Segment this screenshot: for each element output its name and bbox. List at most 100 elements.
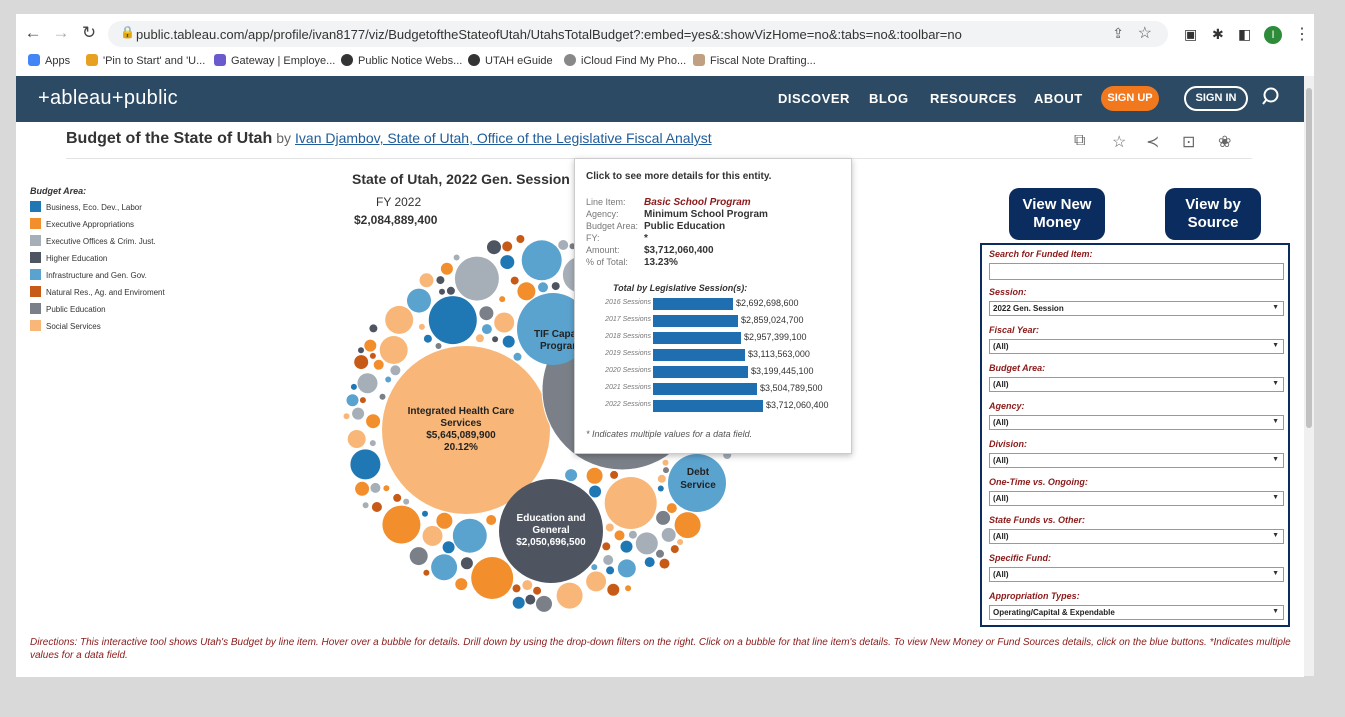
small-bubble[interactable] [422,510,428,517]
nav-about[interactable]: ABOUT [1034,91,1083,106]
small-bubble[interactable] [423,569,430,576]
small-bubble[interactable] [551,282,560,291]
small-bubble[interactable] [602,542,611,551]
small-bubble[interactable] [383,485,390,492]
small-bubble[interactable] [510,276,519,285]
share-icon[interactable]: ⇪ [1112,25,1124,42]
small-bubble[interactable] [379,336,408,364]
small-bubble[interactable] [499,296,506,303]
tableau-public-logo[interactable]: +ableau+public [38,87,178,110]
legend-item[interactable]: Executive Appropriations [30,218,165,235]
small-bubble[interactable] [390,365,401,376]
filter-dropdown[interactable]: (All) ▼ [989,529,1284,544]
small-bubble[interactable] [502,335,515,348]
small-bubble[interactable] [369,352,376,359]
legend-item[interactable]: Natural Res., Ag. and Enviroment [30,286,165,303]
bookmark-utah-eguide[interactable]: UTAH eGuide [468,54,553,67]
legend-item[interactable]: Infrastructure and Gen. Gov. [30,269,165,286]
small-bubble[interactable] [617,559,636,578]
small-bubble[interactable] [670,545,679,554]
small-bubble[interactable] [521,240,562,281]
browser-menu-icon[interactable]: ⋮ [1294,24,1310,44]
small-bubble[interactable] [591,564,598,571]
small-bubble[interactable] [436,512,453,529]
small-bubble[interactable] [657,474,666,483]
legend-item[interactable]: Business, Eco. Dev., Labor [30,201,165,218]
small-bubble[interactable] [513,352,522,361]
small-bubble[interactable] [431,554,458,581]
small-bubble[interactable] [422,525,443,546]
nav-resources[interactable]: RESOURCES [930,91,1017,106]
puzzle-icon[interactable]: ✱ [1212,26,1224,43]
small-bubble[interactable] [533,586,542,595]
small-bubble[interactable] [358,347,364,354]
small-bubble[interactable] [350,449,381,480]
small-bubble[interactable] [659,558,670,569]
small-bubble[interactable] [662,459,669,466]
small-bubble[interactable] [487,240,501,255]
bookmark-gateway[interactable]: Gateway | Employe... [214,54,335,67]
small-bubble[interactable] [423,334,432,343]
bookmark-apps[interactable]: Apps [28,54,70,67]
small-bubble[interactable] [620,540,633,553]
bookmark-fiscal-note[interactable]: Fiscal Note Drafting... [693,54,816,67]
legend-item[interactable]: Higher Education [30,252,165,269]
small-bubble[interactable] [565,469,578,482]
small-bubble[interactable] [369,440,376,447]
bookmark-public-notice[interactable]: Public Notice Webs... [341,54,462,67]
view-new-money-button[interactable]: View New Money [1009,188,1105,240]
chevron-down-icon[interactable]: ▼ [1272,570,1279,577]
small-bubble[interactable] [452,518,487,553]
small-bubble[interactable] [370,482,381,493]
small-bubble[interactable] [346,394,359,407]
chevron-down-icon[interactable]: ▼ [1272,342,1279,349]
author-link[interactable]: Ivan Djambov, State of Utah, Office of t… [295,130,712,146]
small-bubble[interactable] [525,594,536,605]
small-bubble[interactable] [357,373,378,394]
view-by-source-button[interactable]: View by Source [1165,188,1261,240]
small-bubble[interactable] [382,505,421,544]
small-bubble[interactable] [614,530,625,541]
small-bubble[interactable] [385,376,392,383]
legend-item[interactable]: Social Services [30,320,165,337]
small-bubble[interactable] [500,255,515,270]
small-bubble[interactable] [607,583,620,596]
small-bubble[interactable] [369,324,378,333]
chevron-down-icon[interactable]: ▼ [1272,304,1279,311]
small-bubble[interactable] [350,383,357,390]
small-bubble[interactable] [661,527,676,542]
small-bubble[interactable] [606,566,615,575]
award-icon[interactable]: ❀ [1218,132,1231,152]
small-bubble[interactable] [418,323,425,330]
small-bubble[interactable] [492,336,499,343]
small-bubble[interactable] [517,282,536,301]
reload-icon[interactable]: ↻ [78,22,100,44]
chevron-down-icon[interactable]: ▼ [1272,418,1279,425]
small-bubble[interactable] [364,339,377,352]
chevron-down-icon[interactable]: ▼ [1272,380,1279,387]
chevron-down-icon[interactable]: ▼ [1272,608,1279,615]
small-bubble[interactable] [440,262,453,275]
small-bubble[interactable] [409,547,428,566]
small-bubble[interactable] [419,273,434,288]
small-bubble[interactable] [538,282,548,293]
small-bubble[interactable] [481,324,492,335]
chevron-down-icon[interactable]: ▼ [1272,456,1279,463]
page-scrollbar[interactable] [1304,76,1314,676]
sidebar-icon[interactable]: ◧ [1238,26,1251,43]
profile-avatar[interactable]: I [1264,26,1282,44]
small-bubble[interactable] [371,502,382,512]
favorite-star-icon[interactable]: ☆ [1112,132,1126,152]
bookmark-star-icon[interactable]: ☆ [1138,23,1152,43]
filter-dropdown[interactable]: 2022 Gen. Session ▼ [989,301,1284,316]
small-bubble[interactable] [677,539,684,545]
small-bubble[interactable] [644,557,655,568]
small-bubble[interactable] [446,286,455,295]
small-bubble[interactable] [494,312,515,333]
small-bubble[interactable] [604,477,657,529]
nav-discover[interactable]: DISCOVER [778,91,850,106]
small-bubble[interactable] [556,582,583,609]
bubble-tooltip[interactable]: Click to see more details for this entit… [574,158,852,454]
small-bubble[interactable] [586,467,603,484]
small-bubble[interactable] [522,580,533,591]
